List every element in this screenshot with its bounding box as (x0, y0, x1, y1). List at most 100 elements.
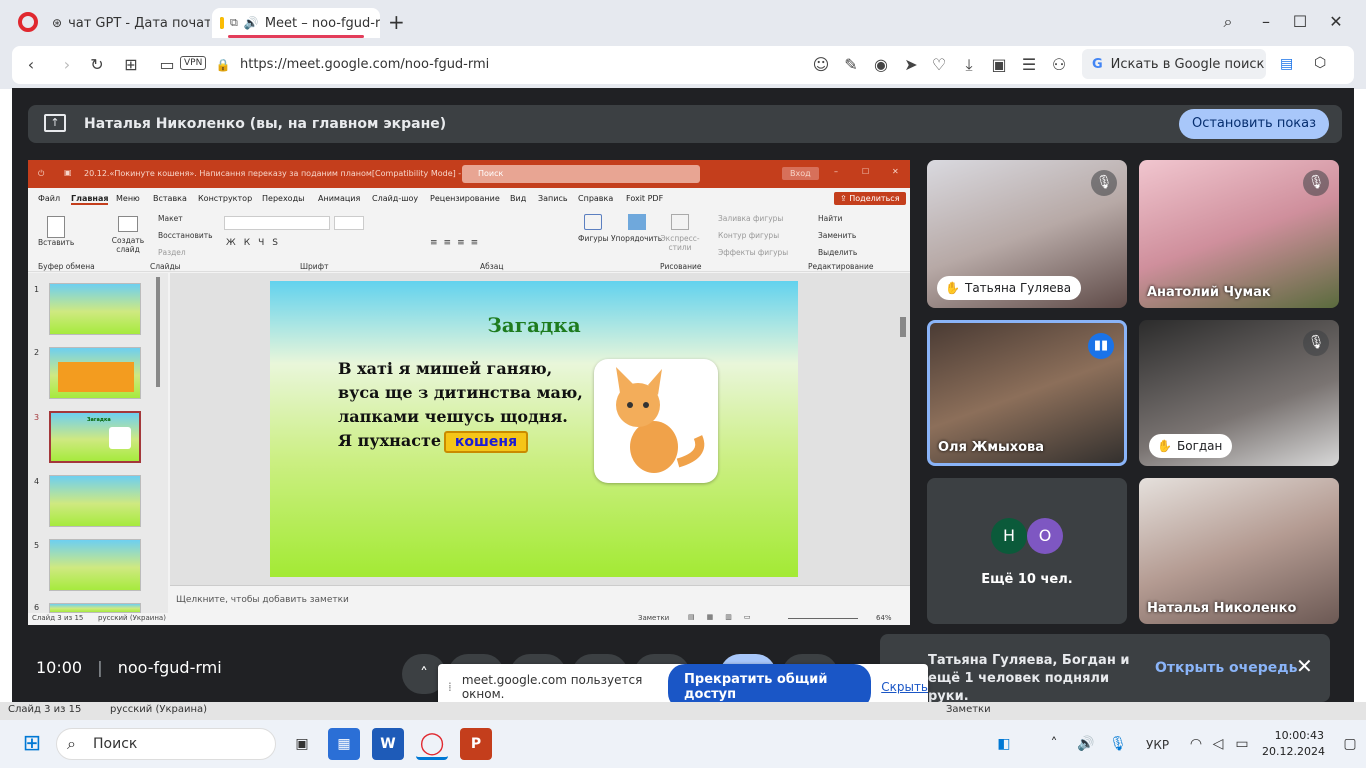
ppt-share-button[interactable]: ⇪ Поделиться (834, 192, 906, 205)
new-tab-button[interactable]: + (388, 10, 405, 34)
tabs-grid-icon[interactable]: ⊞ (118, 46, 144, 84)
pip-icon[interactable]: ⧉ (230, 16, 238, 30)
editor-scrollbar[interactable] (900, 317, 906, 337)
replace-button[interactable]: Заменить (818, 231, 856, 240)
keyboard-language[interactable]: УКР (1146, 738, 1169, 752)
participant-tile-bogdan[interactable]: 🎙 ✋ Богдан (1139, 320, 1339, 466)
send-icon[interactable]: ➤ (898, 46, 924, 84)
mic-tray-icon[interactable]: 🎙 (1102, 728, 1134, 760)
store-icon[interactable]: ▦ (328, 728, 360, 760)
wallet-icon[interactable]: ▣ (986, 46, 1012, 84)
shapes-button[interactable]: Фигуры (578, 214, 608, 243)
status-notes-button[interactable]: Заметки (638, 614, 669, 622)
back-icon[interactable]: ‹ (18, 46, 44, 84)
search-tabs-icon[interactable]: ⌕ (1216, 10, 1240, 34)
download-icon[interactable]: ⤓ (956, 46, 982, 84)
paste-button[interactable]: Вставить (38, 216, 74, 247)
quick-styles-button[interactable]: Экспресс-стили (660, 214, 700, 252)
reload-icon[interactable]: ↻ (84, 46, 110, 84)
thumbs-scrollbar[interactable] (156, 277, 160, 387)
ppt-minimize[interactable]: – (834, 167, 838, 176)
more-participants-tile[interactable]: Н О Ещё 10 чел. (927, 478, 1127, 624)
menu-record[interactable]: Запись (538, 194, 568, 203)
taskbar-search[interactable]: ⌕ Поиск (56, 728, 276, 760)
participant-tile-anatoly[interactable]: 🎙 Анатолий Чумак (1139, 160, 1339, 308)
ppt-login[interactable]: Вход (782, 167, 819, 180)
participant-tile-olya[interactable]: ▮▮ Оля Жмыхова (927, 320, 1127, 466)
save-icon[interactable]: ▣ (64, 168, 72, 177)
menu-review[interactable]: Рецензирование (430, 194, 500, 203)
settings-sliders-icon[interactable]: ☰ (1016, 46, 1042, 84)
edit-icon[interactable]: ✎ (838, 46, 864, 84)
tab-chatgpt[interactable]: ⊛ чат GPT - Дата початку к (44, 8, 210, 38)
clock[interactable]: 10:00:43 20.12.2024 (1262, 728, 1325, 760)
section-button[interactable]: Раздел (158, 248, 186, 257)
powerpoint-icon[interactable]: P (460, 728, 492, 760)
menu-transitions[interactable]: Переходы (262, 194, 304, 203)
windows-start-icon[interactable]: ⊞ (16, 728, 48, 760)
menu-foxit[interactable]: Foxit PDF (626, 194, 663, 203)
shape-effects-button[interactable]: Эффекты фигуры (718, 248, 788, 257)
ppt-maximize[interactable]: ☐ (862, 167, 869, 176)
url-text[interactable]: https://meet.google.com/noo-fgud-rmi (240, 57, 489, 72)
menu-file[interactable]: Файл (38, 194, 60, 203)
camera-icon[interactable]: ▭ (154, 46, 180, 84)
arrange-button[interactable]: Упорядочить (611, 214, 662, 243)
answer-box[interactable]: кошеня (444, 431, 528, 453)
shape-fill-button[interactable]: Заливка фигуры (718, 214, 783, 223)
ppt-search-box[interactable]: Поиск (462, 165, 700, 183)
slide-thumbnail-1[interactable] (49, 283, 141, 335)
open-queue-button[interactable]: Открыть очередь (1155, 660, 1297, 676)
tab-meet[interactable]: ⧉ 🔊 Meet – noo-fgud-r (212, 8, 380, 38)
notes-pane[interactable]: Щелкните, чтобы добавить заметки (170, 585, 910, 613)
vpn-badge[interactable]: VPN (180, 56, 207, 70)
close-button[interactable]: ✕ (1324, 10, 1348, 34)
maximize-button[interactable]: ☐ (1288, 10, 1312, 34)
volume-tray-icon[interactable]: 🔊 (1070, 728, 1102, 760)
restore-button[interactable]: Восстановить (158, 231, 213, 240)
task-view-icon[interactable]: ▣ (286, 728, 318, 760)
view-buttons[interactable]: ▤▦▥▭ (688, 613, 762, 621)
menu-home[interactable]: Главная (71, 194, 109, 205)
find-button[interactable]: Найти (818, 214, 842, 223)
tray-chevron-icon[interactable]: ˄ (1038, 728, 1070, 760)
stop-presenting-button[interactable]: Остановить показ (1179, 109, 1329, 139)
hide-banner-link[interactable]: Скрыть (881, 680, 928, 694)
layout-button[interactable]: Макет (158, 214, 183, 223)
notifications-icon[interactable]: ▢ (1334, 728, 1366, 760)
opera-icon[interactable]: ◯ (416, 728, 448, 760)
forward-icon[interactable]: › (54, 46, 80, 84)
heart-icon[interactable]: ♡ (926, 46, 952, 84)
menu-design[interactable]: Конструктор (198, 194, 252, 203)
slide-thumbnail-5[interactable] (49, 539, 141, 591)
font-format-icons[interactable]: ЖКЧS (226, 238, 286, 248)
close-notification-icon[interactable]: ✕ (1296, 654, 1313, 678)
google-search-box[interactable]: G Искать в Google поиск (1082, 49, 1266, 79)
zoom-level[interactable]: 64% (876, 614, 892, 622)
zoom-slider[interactable] (788, 618, 858, 619)
snapshot-icon[interactable]: ◉ (868, 46, 894, 84)
ppt-close[interactable]: ✕ (892, 167, 899, 176)
font-size-field[interactable] (334, 216, 364, 230)
participant-tile-tatiana[interactable]: 🎙 ✋ Татьяна Гуляева (927, 160, 1127, 308)
menu-help[interactable]: Справка (578, 194, 613, 203)
menu-slideshow[interactable]: Слайд-шоу (372, 194, 418, 203)
widgets-icon[interactable]: ◧ (988, 728, 1020, 760)
new-slide-button[interactable]: Создать слайд (110, 216, 146, 254)
slide-thumbnail-4[interactable] (49, 475, 141, 527)
battery-icon[interactable]: ▭ (1226, 728, 1258, 760)
profile-icon[interactable]: ⚇ (1046, 46, 1072, 84)
sidebar-toggle-icon[interactable]: ▤ (1280, 56, 1293, 72)
drag-handle-icon[interactable]: ⁞ (448, 680, 452, 694)
participant-tile-natalia[interactable]: Наталья Николенко (1139, 478, 1339, 624)
emoji-icon[interactable]: ☺ (808, 46, 834, 84)
autosave-icon[interactable]: ⏻ (38, 169, 44, 179)
menu-animation[interactable]: Анимация (318, 194, 360, 203)
paragraph-icons[interactable]: ≡≡≡≡ (430, 238, 484, 248)
minimize-button[interactable]: – (1254, 10, 1278, 34)
opera-logo-icon[interactable] (18, 12, 38, 32)
shape-outline-button[interactable]: Контур фигуры (718, 231, 779, 240)
menu-menu[interactable]: Меню (116, 194, 140, 203)
extensions-icon[interactable]: ⬡ (1314, 55, 1326, 71)
select-button[interactable]: Выделить (818, 248, 857, 257)
